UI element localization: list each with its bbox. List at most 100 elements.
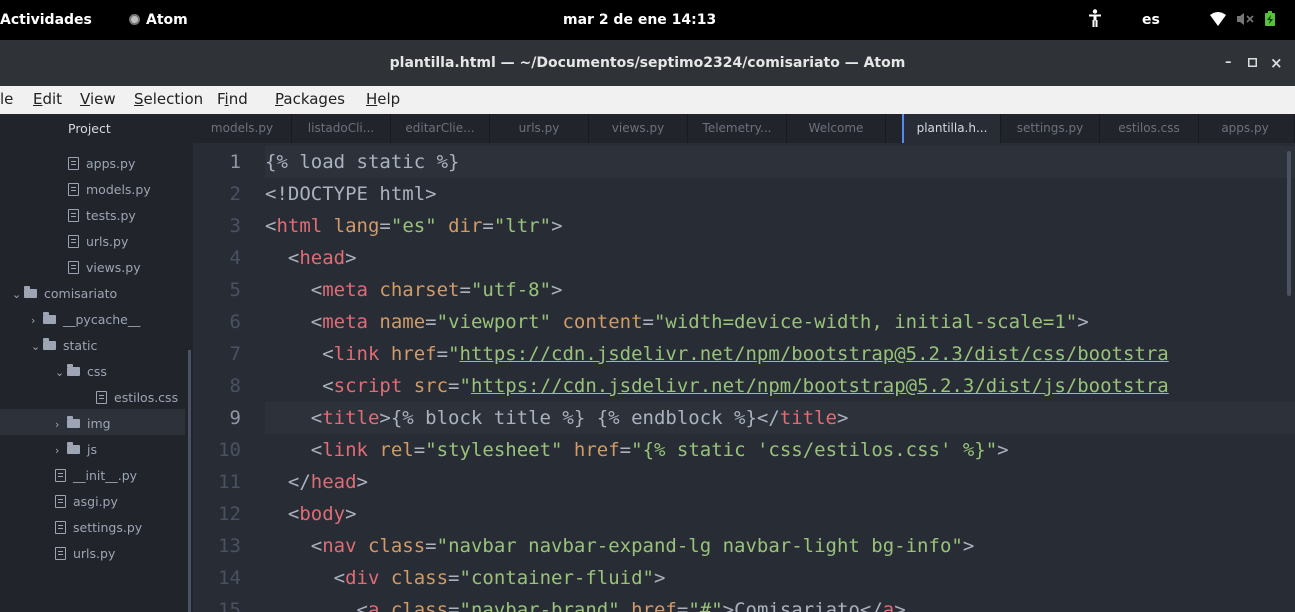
tree-item-file[interactable]: models.py: [68, 177, 151, 203]
tree-item-folder[interactable]: › __pycache__: [31, 307, 140, 333]
code-token: <: [265, 439, 323, 461]
battery-charging-icon[interactable]: [1264, 0, 1276, 40]
tree-item-label: __pycache__: [63, 312, 141, 327]
code-token: >: [653, 567, 666, 589]
code-line[interactable]: <nav class="navbar navbar-expand-lg navb…: [265, 530, 975, 562]
code-token: >: [551, 215, 563, 237]
minimize-button[interactable]: –: [1225, 40, 1232, 86]
tree-item-file[interactable]: tests.py: [68, 203, 136, 229]
tab-views-py[interactable]: views.py: [589, 114, 688, 143]
code-token: <: [265, 311, 323, 333]
folder-icon: [67, 442, 80, 454]
tab-urls-py[interactable]: urls.py: [490, 114, 589, 143]
activities-button[interactable]: Actividades: [0, 0, 92, 40]
code-line[interactable]: <meta charset="utf-8">: [265, 274, 563, 306]
folder-icon: [67, 364, 80, 376]
line-number: 9: [229, 407, 241, 429]
code-token: head: [310, 471, 357, 493]
tab-apps-py[interactable]: apps.py: [1196, 114, 1295, 143]
tree-item-file[interactable]: settings.py: [55, 515, 142, 541]
window-title-bar[interactable]: plantilla.html — ~/Documentos/septimo232…: [0, 40, 1295, 86]
menu-edit[interactable]: Edit: [33, 86, 62, 112]
tab-models-py[interactable]: models.py: [193, 114, 292, 143]
menu-find[interactable]: Find: [217, 86, 248, 112]
volume-muted-icon[interactable]: [1236, 0, 1254, 40]
line-number: 8: [229, 375, 241, 397]
code-token: "stylesheet": [425, 439, 563, 461]
code-token: <: [265, 503, 300, 525]
close-button[interactable]: ×: [1270, 40, 1283, 86]
tree-item-file[interactable]: views.py: [68, 255, 141, 281]
code-token: {% load static %}: [265, 151, 460, 173]
code-token: <!DOCTYPE html>: [265, 183, 437, 205]
code-token: =: [619, 439, 632, 461]
code-line[interactable]: </head>: [265, 466, 368, 498]
code-editor[interactable]: 1 2 3 4 5 6 7 8 9 10 11 12 13 14 15 {% load static %} <!…: [193, 143, 1295, 612]
tree-item-file[interactable]: __init__.py: [55, 463, 137, 489]
tree-item-file[interactable]: urls.py: [68, 229, 128, 255]
menu-help[interactable]: Help: [366, 86, 400, 112]
folder-icon: [67, 416, 80, 428]
file-icon: [55, 495, 66, 508]
code-line[interactable]: <a class="navbar-brand" href="#">Comisar…: [265, 594, 906, 612]
tab-editar-cliente[interactable]: editarClie...: [391, 114, 490, 143]
project-tree-header[interactable]: Project: [0, 114, 193, 143]
tree-item-folder[interactable]: ⌄ static: [31, 333, 97, 359]
menu-packages[interactable]: Packages: [275, 86, 345, 112]
code-token: "container-fluid": [459, 567, 654, 589]
code-line[interactable]: <title>{% block title %} {% endblock %}<…: [265, 402, 849, 434]
code-token: <: [265, 375, 334, 397]
tab-estilos-css[interactable]: estilos.css: [1100, 114, 1199, 143]
code-link-token[interactable]: https://cdn.jsdelivr.net/npm/bootstrap@5…: [460, 343, 1169, 365]
tab-listado-clientes[interactable]: listadoCli...: [292, 114, 391, 143]
tree-item-label: asgi.py: [73, 494, 118, 509]
code-link-token[interactable]: https://cdn.jsdelivr.net/npm/bootstrap@5…: [471, 375, 1169, 397]
code-line[interactable]: <html lang="es" dir="ltr">: [265, 210, 563, 242]
tab-plantilla-html[interactable]: plantilla.h...: [902, 114, 1001, 143]
tree-item-file[interactable]: apps.py: [68, 151, 135, 177]
tree-item-folder[interactable]: › img: [55, 411, 111, 437]
tree-item-file[interactable]: estilos.css: [96, 385, 178, 411]
line-number: 3: [229, 215, 241, 237]
editor-scrollbar[interactable]: [1287, 151, 1291, 296]
tab-settings-py[interactable]: settings.py: [1001, 114, 1100, 143]
code-token: content: [551, 311, 643, 333]
wifi-icon[interactable]: [1210, 0, 1226, 40]
code-token: script: [333, 375, 403, 397]
menu-selection[interactable]: Selection: [134, 86, 203, 112]
tree-scrollbar[interactable]: [188, 350, 191, 612]
code-line[interactable]: {% load static %}: [265, 146, 459, 178]
tab-welcome[interactable]: Welcome: [787, 114, 886, 143]
code-line[interactable]: <!DOCTYPE html>: [265, 178, 437, 210]
code-token: >: [551, 279, 563, 301]
app-menu-button[interactable]: Atom: [129, 0, 188, 40]
maximize-icon: [1248, 58, 1257, 67]
maximize-button[interactable]: [1248, 40, 1257, 86]
code-token: link: [322, 439, 368, 461]
tree-item-folder[interactable]: › js: [55, 437, 97, 463]
menu-view[interactable]: View: [80, 86, 116, 112]
accessibility-icon[interactable]: [1088, 0, 1102, 40]
chevron-down-icon: ⌄: [12, 288, 22, 301]
code-line[interactable]: <body>: [265, 498, 357, 530]
clock[interactable]: mar 2 de ene 14:13: [563, 0, 716, 40]
code-token: rel: [367, 439, 414, 461]
code-line[interactable]: <div class="container-fluid">: [265, 562, 666, 594]
menu-file[interactable]: le: [0, 86, 13, 112]
code-line[interactable]: <head>: [265, 242, 357, 274]
folder-icon: [43, 312, 56, 324]
code-token: "navbar navbar-expand-lg navbar-light bg…: [436, 535, 963, 557]
line-number: 14: [218, 567, 241, 589]
tree-item-label: urls.py: [86, 234, 129, 249]
tree-item-file[interactable]: urls.py: [55, 541, 115, 567]
code-token: =: [436, 343, 449, 365]
tree-item-file[interactable]: asgi.py: [55, 489, 118, 515]
tab-telemetry[interactable]: Telemetry...: [688, 114, 787, 143]
tree-item-folder[interactable]: ⌄ comisariato: [12, 281, 117, 307]
language-indicator[interactable]: es: [1142, 0, 1160, 40]
code-line[interactable]: <script src="https://cdn.jsdelivr.net/np…: [265, 370, 1169, 402]
tree-item-folder[interactable]: ⌄ css: [55, 359, 107, 385]
code-line[interactable]: <link rel="stylesheet" href="{% static '…: [265, 434, 1009, 466]
code-line[interactable]: <meta name="viewport" content="width=dev…: [265, 306, 1089, 338]
code-line[interactable]: <link href="https://cdn.jsdelivr.net/npm…: [265, 338, 1169, 370]
